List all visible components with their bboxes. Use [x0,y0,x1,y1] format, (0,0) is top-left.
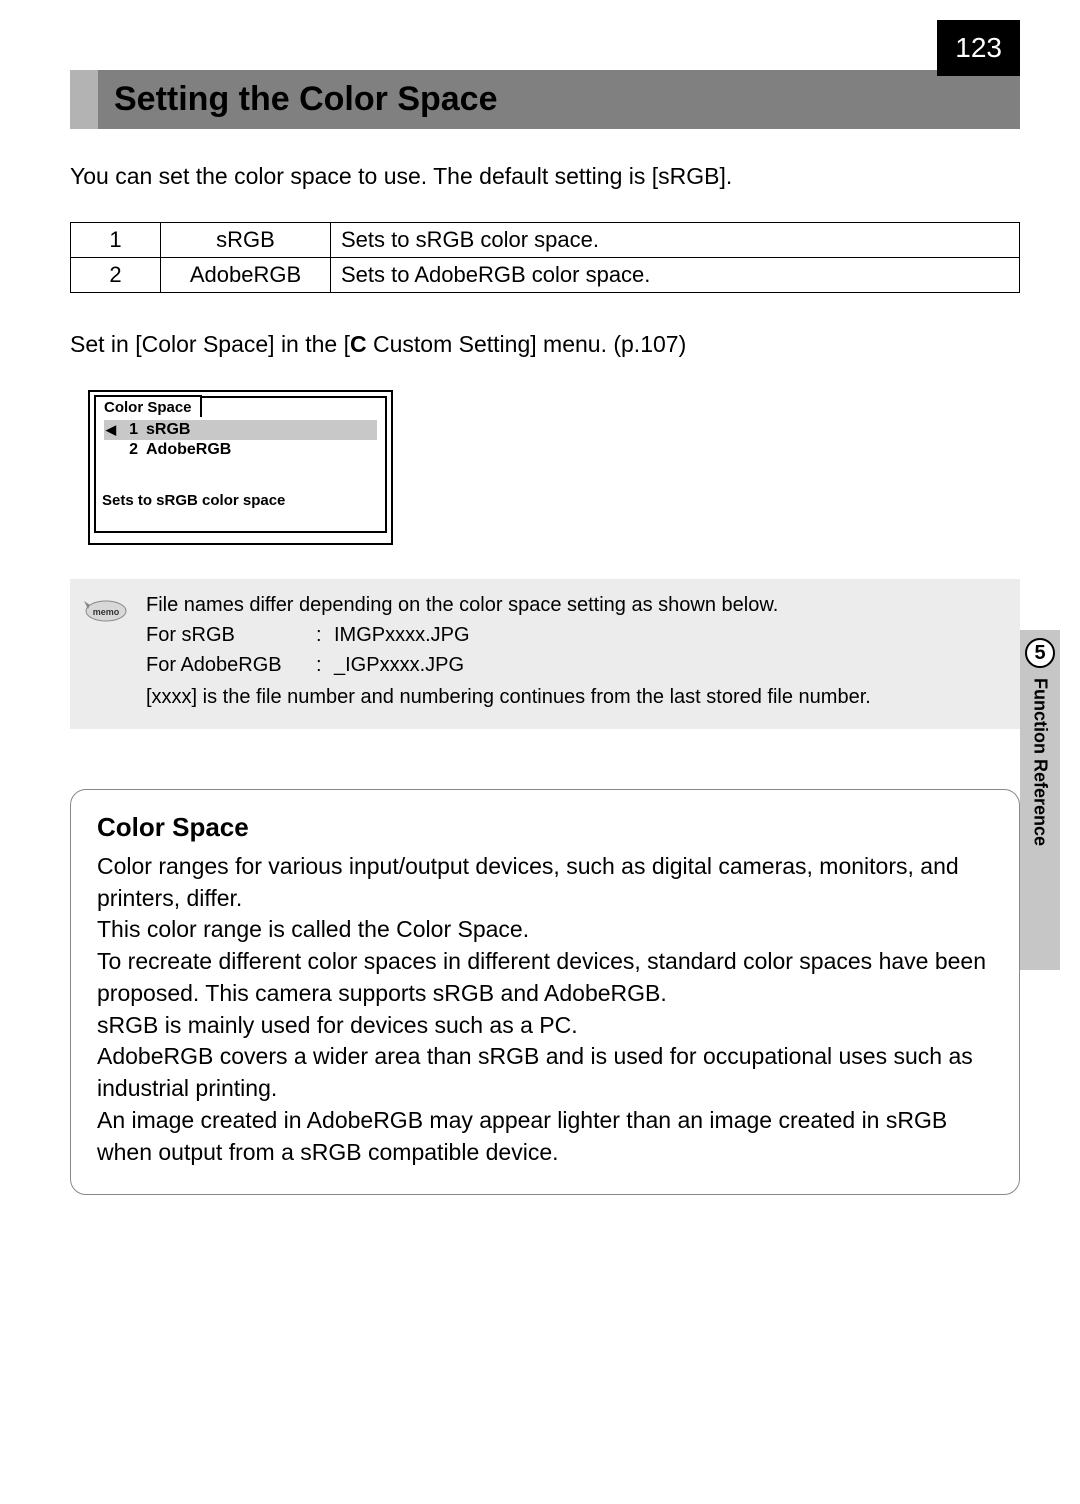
lcd-screenshot: Color Space ◀ 1 sRGB ◀ 2 AdobeRGB Sets t… [88,390,393,545]
heading-accent [70,70,98,129]
memo-filename-row: For sRGB : IMGPxxxx.JPG [146,621,871,649]
option-desc: Sets to sRGB color space. [331,223,1020,258]
option-name: sRGB [161,223,331,258]
chapter-number-circle: 5 [1025,638,1055,668]
table-row: 1 sRGB Sets to sRGB color space. [71,223,1020,258]
menu-ref-suffix: Custom Setting] menu. (p.107) [367,331,687,357]
options-table: 1 sRGB Sets to sRGB color space. 2 Adobe… [70,222,1020,293]
lcd-item-selected: ◀ 1 sRGB [104,420,377,440]
info-paragraph: An image created in AdobeRGB may appear … [97,1105,993,1168]
lcd-item: ◀ 2 AdobeRGB [104,440,377,460]
memo-line: File names differ depending on the color… [146,591,871,619]
memo-file-value: _IGPxxxx.JPG [334,651,464,679]
lcd-description: Sets to sRGB color space [96,488,385,531]
option-number: 1 [71,223,161,258]
menu-ref-c: C [350,331,367,357]
info-box-title: Color Space [97,812,993,843]
lcd-item-label: AdobeRGB [146,441,231,459]
info-paragraph: sRGB is mainly used for devices such as … [97,1010,993,1042]
memo-colon: : [316,621,334,649]
chapter-label: Function Reference [1030,678,1051,846]
info-box: Color Space Color ranges for various inp… [70,789,1020,1195]
memo-file-value: IMGPxxxx.JPG [334,621,470,649]
memo-filename-row: For AdobeRGB : _IGPxxxx.JPG [146,651,871,679]
menu-ref-prefix: Set in [Color Space] in the [ [70,331,350,357]
table-row: 2 AdobeRGB Sets to AdobeRGB color space. [71,258,1020,293]
side-tab: 5 Function Reference [1020,630,1060,970]
info-paragraph: Color ranges for various input/output de… [97,851,993,914]
page-number: 123 [937,20,1020,76]
option-desc: Sets to AdobeRGB color space. [331,258,1020,293]
info-paragraph: This color range is called the Color Spa… [97,914,993,946]
menu-reference: Set in [Color Space] in the [C Custom Se… [70,331,1020,358]
lcd-item-number: 1 [124,421,138,439]
info-paragraph: AdobeRGB covers a wider area than sRGB a… [97,1041,993,1104]
intro-text: You can set the color space to use. The … [70,163,1020,190]
memo-file-label: For AdobeRGB [146,651,316,679]
heading-text: Setting the Color Space [98,70,1020,129]
memo-colon: : [316,651,334,679]
option-name: AdobeRGB [161,258,331,293]
memo-note: [xxxx] is the file number and numbering … [146,683,871,711]
memo-icon: memo [82,591,130,623]
lcd-item-number: 2 [124,441,138,459]
memo-block: memo File names differ depending on the … [70,579,1020,729]
memo-file-label: For sRGB [146,621,316,649]
lcd-item-label: sRGB [146,421,190,439]
section-heading: Setting the Color Space [70,70,1020,129]
lcd-tab: Color Space [94,395,202,417]
svg-text:memo: memo [93,607,120,617]
option-number: 2 [71,258,161,293]
info-paragraph: To recreate different color spaces in di… [97,946,993,1009]
left-arrow-icon: ◀ [106,422,116,438]
